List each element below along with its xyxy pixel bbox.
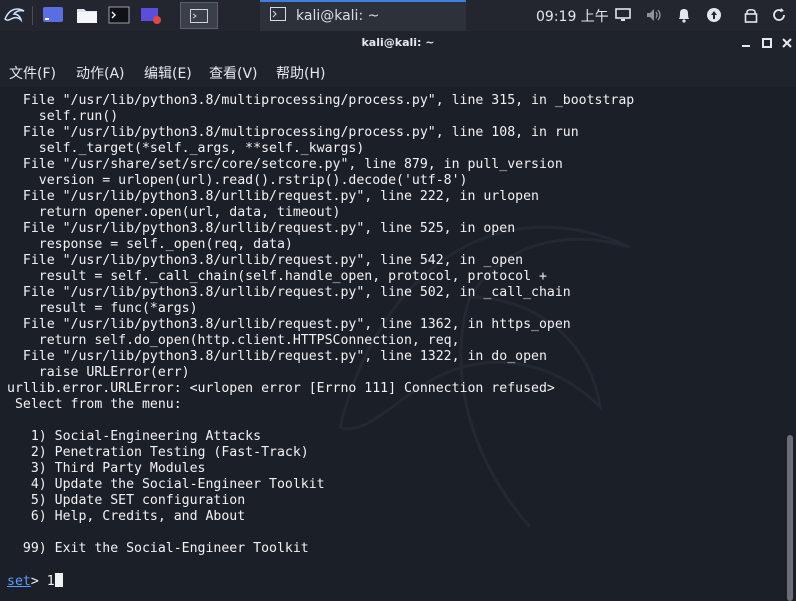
taskbar-window-title: kali@kali: ~: [296, 7, 380, 24]
terminal-line: 1) Social-Engineering Attacks: [7, 429, 262, 444]
terminal-line: 5) Update SET configuration: [7, 493, 246, 508]
terminal-line: return self.do_open(http.client.HTTPSCon…: [7, 333, 460, 348]
terminal-line: File "/usr/lib/python3.8/urllib/request.…: [7, 317, 571, 332]
display-icon[interactable]: [613, 5, 633, 25]
menu-edit[interactable]: 编辑(E): [144, 63, 192, 83]
close-icon[interactable]: [779, 35, 795, 51]
terminal-line: 3) Third Party Modules: [7, 461, 206, 476]
terminal-line: raise URLError(err): [7, 365, 190, 380]
clock[interactable]: 09:19 上午: [536, 6, 609, 26]
panel-separator: [32, 6, 33, 25]
terminal-line: return opener.open(url, data, timeout): [7, 205, 341, 220]
terminal-line: self._target(*self._args, **self._kwargs…: [7, 141, 365, 156]
terminal-prompt-line[interactable]: set> 1: [7, 573, 634, 589]
prompt-suffix: >: [30, 574, 47, 589]
lock-icon[interactable]: [741, 5, 761, 25]
maximize-icon[interactable]: [759, 35, 775, 51]
terminal-line: File "/usr/lib/python3.8/urllib/request.…: [7, 253, 524, 268]
terminal-line: self.run(): [7, 109, 119, 124]
kali-dragon-icon[interactable]: [0, 4, 30, 26]
terminal-line: 99) Exit the Social-Engineer Toolkit: [7, 541, 309, 556]
terminal-icon[interactable]: [106, 4, 132, 26]
prompt-label: set: [7, 574, 31, 589]
file-manager-icon[interactable]: [74, 4, 100, 26]
screen-recorder-icon[interactable]: [138, 4, 164, 26]
terminal-line: File "/usr/lib/python3.8/urllib/request.…: [7, 189, 539, 204]
terminal-line: File "/usr/lib/python3.8/urllib/request.…: [7, 221, 516, 236]
terminal-lines: File "/usr/lib/python3.8/multiprocessing…: [7, 93, 634, 589]
terminal-line: response = self._open(req, data): [7, 237, 293, 252]
menu-action[interactable]: 动作(A): [76, 63, 125, 83]
terminal-line: result = self._call_chain(self.handle_op…: [7, 269, 547, 284]
minimize-icon[interactable]: [738, 35, 754, 51]
update-arrow-icon[interactable]: [704, 5, 724, 25]
taskbar-window-button[interactable]: kali@kali: ~: [260, 0, 466, 31]
window-titlebar[interactable]: kali@kali: ~: [0, 31, 796, 57]
menu-help[interactable]: 帮助(H): [276, 63, 325, 83]
terminal-line: File "/usr/lib/python3.8/urllib/request.…: [7, 285, 571, 300]
terminal-line: urllib.error.URLError: <urlopen error [E…: [7, 381, 555, 396]
menu-file[interactable]: 文件(F): [9, 63, 56, 83]
refresh-icon[interactable]: [769, 5, 789, 25]
terminal-icon: [270, 6, 286, 25]
top-panel: kali@kali: ~ 09:19 上午: [0, 0, 796, 31]
volume-icon[interactable]: [644, 5, 664, 25]
scrollbar[interactable]: [783, 87, 796, 601]
terminal-line: File "/usr/lib/python3.8/multiprocessing…: [7, 93, 635, 108]
notification-bell-icon[interactable]: [674, 5, 694, 25]
prompt-input[interactable]: 1: [47, 574, 55, 589]
show-desktop-icon[interactable]: [40, 4, 66, 26]
terminal-line: 2) Penetration Testing (Fast-Track): [7, 445, 309, 460]
terminal-line: Select from the menu:: [7, 397, 182, 412]
terminal-line: File "/usr/share/set/src/core/setcore.py…: [7, 157, 563, 172]
terminal-output-area[interactable]: File "/usr/lib/python3.8/multiprocessing…: [0, 87, 796, 601]
workspace-terminal-button[interactable]: [180, 2, 218, 29]
terminal-line: 6) Help, Credits, and About: [7, 509, 246, 524]
terminal-line: File "/usr/lib/python3.8/multiprocessing…: [7, 125, 579, 140]
scrollbar-thumb[interactable]: [787, 435, 793, 601]
terminal-line: 4) Update the Social-Engineer Toolkit: [7, 477, 325, 492]
terminal-line: File "/usr/lib/python3.8/urllib/request.…: [7, 349, 547, 364]
text-cursor: [54, 573, 63, 587]
terminal-line: version = urlopen(url).read().rstrip().d…: [7, 173, 468, 188]
window-title: kali@kali: ~: [361, 36, 435, 49]
terminal-menubar: 文件(F) 动作(A) 编辑(E) 查看(V) 帮助(H): [0, 57, 796, 87]
terminal-line: result = func(*args): [7, 301, 198, 316]
menu-view[interactable]: 查看(V): [209, 63, 258, 83]
